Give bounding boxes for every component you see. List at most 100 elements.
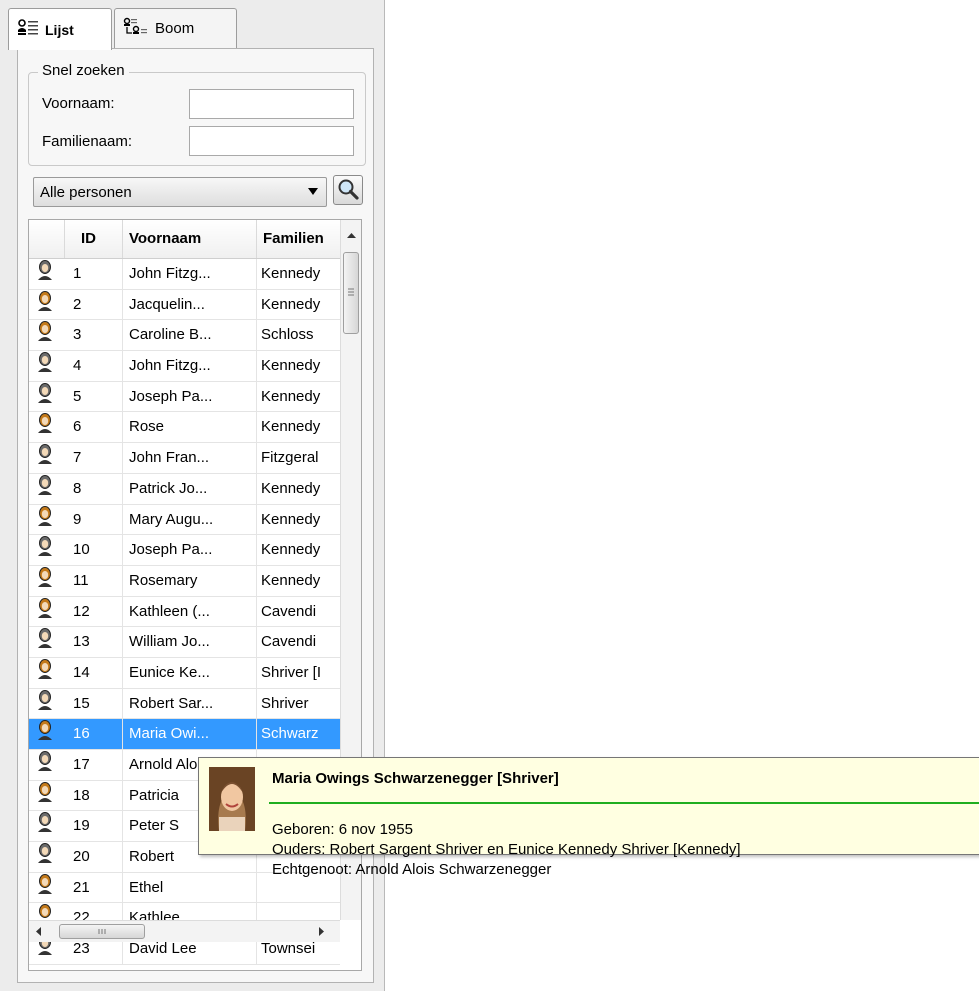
cell-id: 7 bbox=[65, 443, 123, 474]
cell-voornaam: Eunice Ke... bbox=[123, 657, 257, 688]
tab-boom[interactable]: Boom bbox=[114, 8, 237, 48]
table-row[interactable]: 12 Kathleen (... Cavendi bbox=[29, 596, 340, 628]
magnifier-icon bbox=[334, 179, 362, 207]
table-row[interactable]: 3 Caroline B... Schloss bbox=[29, 320, 340, 352]
male-person-icon bbox=[29, 750, 65, 780]
cell-id: 18 bbox=[65, 780, 123, 811]
header-id[interactable]: ID bbox=[65, 220, 123, 258]
table-row[interactable]: 6 Rose Kennedy bbox=[29, 412, 340, 444]
cell-voornaam: Jacquelin... bbox=[123, 289, 257, 320]
female-person-icon bbox=[29, 505, 65, 535]
table-row[interactable]: 13 William Jo... Cavendi bbox=[29, 627, 340, 658]
female-person-icon bbox=[29, 781, 65, 811]
cell-id: 8 bbox=[65, 473, 123, 504]
cell-id: 2 bbox=[65, 289, 123, 320]
male-person-icon bbox=[29, 842, 65, 872]
cell-voornaam: John Fran... bbox=[123, 443, 257, 474]
female-person-icon bbox=[29, 719, 65, 749]
scroll-up-icon[interactable] bbox=[341, 220, 361, 250]
female-person-icon bbox=[29, 412, 65, 442]
cell-familienaam: Schloss bbox=[261, 326, 314, 344]
cell-familienaam: Kennedy bbox=[261, 387, 321, 405]
table-row[interactable]: 1 John Fitzg... Kennedy bbox=[29, 259, 340, 290]
cell-id: 16 bbox=[65, 719, 123, 750]
table-row[interactable]: 14 Eunice Ke... Shriver [I bbox=[29, 657, 340, 689]
header-familienaam[interactable]: Familien bbox=[257, 220, 340, 258]
table-body: 1 John Fitzg... Kennedy 2 Jacquelin... Kenned… bbox=[29, 259, 340, 965]
search-button[interactable] bbox=[333, 175, 363, 205]
cell-familienaam: Shriver bbox=[261, 694, 309, 712]
cell-familienaam: Kennedy bbox=[261, 357, 321, 375]
male-person-icon bbox=[29, 811, 65, 841]
cell-voornaam: Joseph Pa... bbox=[123, 381, 257, 412]
horizontal-scroll-thumb[interactable] bbox=[59, 924, 145, 939]
cell-familienaam: Kennedy bbox=[261, 479, 321, 497]
male-person-icon bbox=[29, 689, 65, 719]
header-voornaam[interactable]: Voornaam bbox=[123, 220, 257, 258]
scroll-left-icon[interactable] bbox=[33, 924, 45, 942]
person-tooltip: Maria Owings Schwarzenegger [Shriver] Ge… bbox=[198, 757, 979, 878]
cell-id: 3 bbox=[65, 320, 123, 351]
cell-familienaam: Kennedy bbox=[261, 295, 321, 313]
last-name-input[interactable] bbox=[189, 126, 354, 156]
horizontal-scrollbar[interactable] bbox=[29, 920, 340, 942]
male-person-icon bbox=[29, 474, 65, 504]
cell-familienaam: Kennedy bbox=[261, 571, 321, 589]
person-filter-select[interactable]: Alle personen bbox=[33, 177, 327, 207]
first-name-input[interactable] bbox=[189, 89, 354, 119]
tooltip-parents: Ouders: Robert Sargent Shriver en Eunice… bbox=[272, 841, 741, 858]
cell-id: 19 bbox=[65, 811, 123, 842]
cell-id: 12 bbox=[65, 596, 123, 627]
cell-id: 1 bbox=[65, 259, 123, 289]
cell-familienaam: Kennedy bbox=[261, 418, 321, 436]
vertical-scroll-thumb[interactable] bbox=[343, 252, 359, 334]
cell-voornaam: Joseph Pa... bbox=[123, 535, 257, 566]
table-row[interactable]: 9 Mary Augu... Kennedy bbox=[29, 504, 340, 536]
table-row[interactable]: 16 Maria Owi... Schwarz bbox=[29, 719, 340, 750]
cell-voornaam: John Fitzg... bbox=[123, 259, 257, 289]
table-row[interactable]: 10 Joseph Pa... Kennedy bbox=[29, 535, 340, 566]
table-row[interactable]: 4 John Fitzg... Kennedy bbox=[29, 351, 340, 382]
header-icon-column bbox=[29, 220, 65, 258]
cell-voornaam: John Fitzg... bbox=[123, 351, 257, 382]
female-person-icon bbox=[29, 873, 65, 903]
cell-id: 14 bbox=[65, 657, 123, 688]
tree-icon bbox=[123, 17, 149, 41]
tab-lijst[interactable]: Lijst bbox=[8, 8, 112, 50]
first-name-label: Voornaam: bbox=[42, 95, 115, 112]
table-row[interactable]: 7 John Fran... Fitzgeral bbox=[29, 443, 340, 474]
cell-familienaam: Shriver [I bbox=[261, 663, 322, 681]
cell-id: 13 bbox=[65, 627, 123, 658]
table-row[interactable]: 5 Joseph Pa... Kennedy bbox=[29, 381, 340, 413]
table-row[interactable]: 15 Robert Sar... Shriver bbox=[29, 688, 340, 720]
tab-boom-label: Boom bbox=[155, 20, 195, 37]
table-row[interactable]: 8 Patrick Jo... Kennedy bbox=[29, 473, 340, 505]
female-person-icon bbox=[29, 658, 65, 688]
person-list-icon bbox=[17, 18, 39, 41]
cell-voornaam: Ethel bbox=[123, 872, 257, 903]
cell-id: 15 bbox=[65, 688, 123, 719]
tooltip-divider bbox=[269, 802, 979, 804]
cell-familienaam: Cavendi bbox=[261, 602, 317, 620]
person-table: ID Voornaam Familien 1 John Fitzg... Kenne… bbox=[28, 219, 362, 971]
cell-familienaam: Schwarz bbox=[261, 725, 319, 743]
table-row[interactable]: 2 Jacquelin... Kennedy bbox=[29, 289, 340, 321]
cell-voornaam: Caroline B... bbox=[123, 320, 257, 351]
female-person-icon bbox=[29, 566, 65, 596]
male-person-icon bbox=[29, 443, 65, 473]
cell-id: 20 bbox=[65, 842, 123, 873]
table-row[interactable]: 11 Rosemary Kennedy bbox=[29, 565, 340, 597]
cell-familienaam: Fitzgeral bbox=[261, 449, 319, 467]
last-name-label: Familienaam: bbox=[42, 133, 133, 150]
cell-voornaam: William Jo... bbox=[123, 627, 257, 658]
female-person-icon bbox=[29, 290, 65, 320]
cell-id: 10 bbox=[65, 535, 123, 566]
cell-id: 9 bbox=[65, 504, 123, 535]
male-person-icon bbox=[29, 259, 65, 289]
cell-voornaam: Mary Augu... bbox=[123, 504, 257, 535]
tooltip-birth: Geboren: 6 nov 1955 bbox=[272, 821, 413, 838]
tooltip-name: Maria Owings Schwarzenegger [Shriver] bbox=[272, 770, 559, 787]
scroll-right-icon[interactable] bbox=[315, 924, 327, 942]
cell-id: 11 bbox=[65, 565, 123, 596]
cell-id: 6 bbox=[65, 412, 123, 443]
